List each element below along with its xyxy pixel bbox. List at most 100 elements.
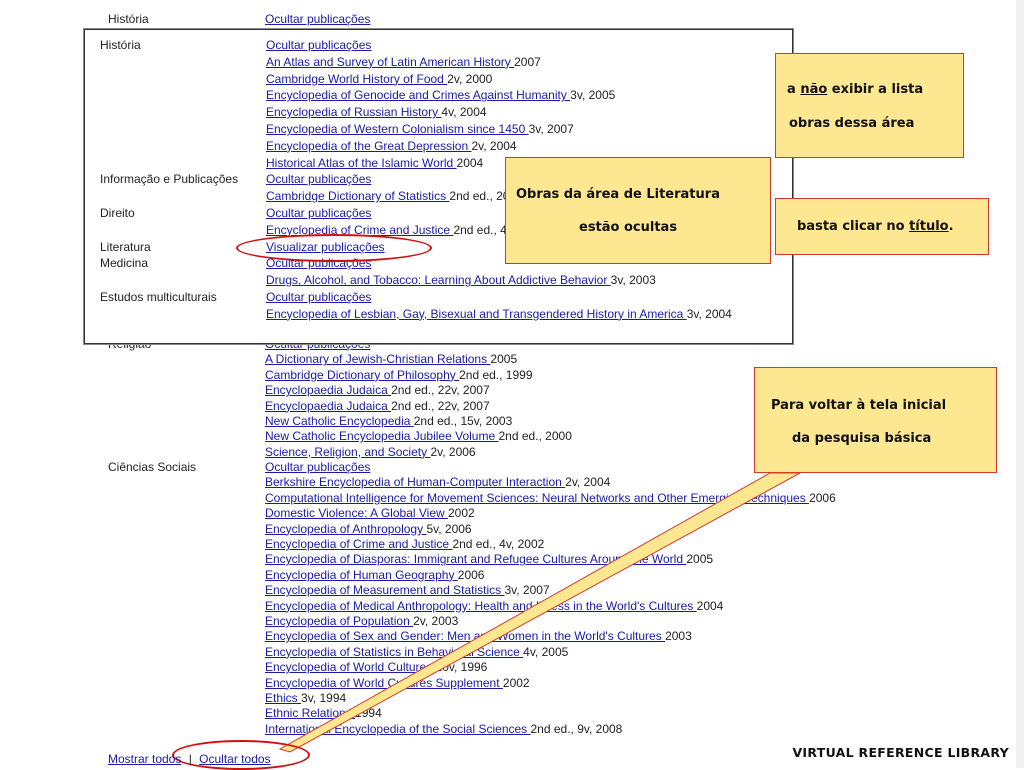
toggle-row: Ocultar publicações	[266, 206, 371, 220]
hide-publications-link[interactable]: Ocultar publicações	[266, 38, 371, 52]
callout-text: da pesquisa básica	[792, 431, 932, 446]
callout-text: a	[787, 82, 801, 97]
publication-row: Encyclopedia of World Cultures Supplemen…	[265, 676, 530, 690]
publication-title-link[interactable]: Cambridge World History of Food	[266, 72, 447, 86]
publication-row: Berkshire Encyclopedia of Human-Computer…	[265, 475, 610, 489]
publication-meta: 2nd ed., 22v, 2007	[391, 398, 490, 413]
publication-title-link[interactable]: Encyclopedia of Crime and Justice	[265, 537, 452, 551]
publication-row: New Catholic Encyclopedia Jubilee Volume…	[265, 429, 572, 443]
publication-title-link[interactable]: Science, Religion, and Society	[265, 445, 430, 459]
publication-meta: 3v, 2003	[610, 273, 656, 288]
publication-meta: 4v, 2004	[441, 105, 487, 120]
publication-meta: 2nd ed., 1999	[459, 367, 533, 382]
publication-title-link[interactable]: Encyclopedia of Russian History	[266, 105, 441, 119]
publication-title-link[interactable]: Cambridge Dictionary of Statistics	[266, 189, 449, 203]
publication-title-link[interactable]: Ethnic Relations	[265, 706, 355, 720]
publication-meta: 3v, 1994	[301, 691, 347, 705]
category-label: Informação e Publicações	[100, 172, 239, 187]
brand-label: VIRTUAL REFERENCE LIBRARY	[792, 745, 1009, 760]
callout-text: basta clicar no	[797, 219, 910, 234]
publication-row: Encyclopaedia Judaica 2nd ed., 22v, 2007	[265, 383, 490, 397]
publication-title-link[interactable]: Encyclopedia of Western Colonialism sinc…	[266, 122, 529, 136]
toggle-row: Ocultar publicações	[266, 290, 371, 304]
category-label: Ciências Sociais	[108, 460, 197, 474]
publication-title-link[interactable]: Encyclopedia of Measurement and Statisti…	[265, 583, 504, 597]
publication-meta: 2nd ed., 2000	[498, 429, 572, 444]
publication-row: Cambridge World History of Food 2v, 2000	[266, 72, 492, 86]
publication-meta: 2006	[809, 490, 836, 505]
footer-links: Mostrar todos | Ocultar todos	[108, 752, 271, 766]
publication-row: Science, Religion, and Society 2v, 2006	[265, 445, 476, 459]
publication-row: Cambridge Dictionary of Philosophy 2nd e…	[265, 368, 533, 382]
publication-title-link[interactable]: Encyclopedia of the Great Depression	[266, 139, 471, 153]
publication-meta: 2005	[490, 352, 518, 367]
publication-title-link[interactable]: Encyclopedia of Medical Anthropology: He…	[265, 599, 697, 613]
publication-title-link[interactable]: Encyclopedia of Population	[265, 614, 413, 628]
publication-meta: 2004	[696, 598, 724, 613]
publication-meta: 3v, 2007	[528, 122, 574, 136]
hide-publications-link[interactable]: Ocultar publicações	[266, 172, 371, 186]
publication-title-link[interactable]: Encyclopedia of Statistics in Behavioral…	[265, 645, 523, 659]
publication-meta: 1994	[355, 706, 382, 721]
publication-row: Encyclopedia of Crime and Justice 2nd ed…	[265, 537, 544, 551]
publication-meta: 2nd ed., 9v, 2008	[530, 721, 623, 736]
publication-title-link[interactable]: Encyclopaedia Judaica	[265, 383, 391, 397]
publication-meta: 2003	[665, 629, 692, 644]
publication-title-link[interactable]: Encyclopaedia Judaica	[265, 399, 391, 413]
publication-meta: 2002	[448, 506, 475, 521]
publication-meta: 2v, 2003	[413, 614, 459, 628]
publication-title-link[interactable]: Encyclopedia of Sex and Gender: Men and …	[265, 629, 665, 643]
publication-title-link[interactable]: Computational Intelligence for Movement …	[265, 491, 809, 505]
callout-back-home: Para voltar à tela inicial da pesquisa b…	[754, 367, 997, 473]
publication-title-link[interactable]: Historical Atlas of the Islamic World	[266, 156, 457, 170]
publication-title-link[interactable]: Encyclopedia of World Cultures	[265, 660, 436, 674]
show-publications-link[interactable]: Visualizar publicações	[266, 240, 385, 254]
publication-meta: 3v, 2004	[686, 306, 732, 321]
publication-title-link[interactable]: New Catholic Encyclopedia Jubilee Volume	[265, 429, 498, 443]
callout-text: Para voltar à tela inicial	[771, 398, 947, 413]
hide-all-link[interactable]: Ocultar todos	[199, 752, 270, 766]
callout-literature-hidden: Obras da área de Literatura estão oculta…	[505, 157, 771, 264]
publication-row: Encyclopedia of Diasporas: Immigrant and…	[265, 552, 713, 566]
category-label: Direito	[100, 206, 135, 220]
publication-title-link[interactable]: Berkshire Encyclopedia of Human-Computer…	[265, 475, 565, 489]
publication-meta: 2004	[456, 155, 484, 170]
publication-title-link[interactable]: Encyclopedia of Genocide and Crimes Agai…	[266, 88, 570, 102]
publication-title-link[interactable]: Domestic Violence: A Global View	[265, 506, 448, 520]
publication-title-link[interactable]: Drugs, Alcohol, and Tobacco: Learning Ab…	[266, 273, 611, 287]
publication-title-link[interactable]: A Dictionary of Jewish-Christian Relatio…	[265, 352, 490, 366]
publication-row: Encyclopedia of World Cultures 10v, 1996	[265, 660, 487, 674]
publication-title-link[interactable]: Encyclopedia of Anthropology	[265, 522, 426, 536]
callout-emphasis: título	[909, 219, 949, 234]
publication-title-link[interactable]: Encyclopedia of Crime and Justice	[266, 223, 453, 237]
publication-meta: 2nd ed., 22v, 2007	[391, 383, 490, 398]
publication-meta: 2002	[502, 675, 530, 690]
publication-title-link[interactable]: Ethics	[265, 691, 301, 705]
callout-text: Obras da área de Literatura	[516, 187, 720, 202]
publication-title-link[interactable]: International Encyclopedia of the Social…	[265, 722, 531, 736]
publication-title-link[interactable]: Encyclopedia of Lesbian, Gay, Bisexual a…	[266, 307, 687, 321]
callout-hide-list: a não exibir a lista obras dessa área	[775, 53, 964, 158]
hide-publications-link[interactable]: Ocultar publicações	[265, 460, 370, 474]
publication-title-link[interactable]: Encyclopedia of World Cultures Supplemen…	[265, 676, 503, 690]
publication-title-link[interactable]: Cambridge Dictionary of Philosophy	[265, 368, 459, 382]
publication-row: Encyclopedia of Human Geography 2006	[265, 568, 484, 582]
publication-meta: 3v, 2007	[504, 583, 550, 598]
publication-title-link[interactable]: Encyclopedia of Diasporas: Immigrant and…	[265, 552, 686, 566]
hide-publications-link[interactable]: Ocultar publicações	[265, 12, 370, 26]
show-all-link[interactable]: Mostrar todos	[108, 752, 181, 766]
toggle-row: Visualizar publicações	[266, 240, 385, 254]
publication-title-link[interactable]: New Catholic Encyclopedia	[265, 414, 414, 428]
category-label: Literatura	[100, 239, 151, 254]
callout-text: .	[948, 219, 954, 234]
publication-row: Computational Intelligence for Movement …	[265, 491, 836, 505]
publication-title-link[interactable]: Encyclopedia of Human Geography	[265, 568, 458, 582]
hide-publications-link[interactable]: Ocultar publicações	[266, 290, 371, 304]
category-label: História	[100, 38, 141, 52]
hide-publications-link[interactable]: Ocultar publicações	[266, 206, 371, 220]
publication-title-link[interactable]: An Atlas and Survey of Latin American Hi…	[266, 55, 514, 69]
publication-row: Encyclopedia of Russian History 4v, 2004	[266, 105, 487, 119]
scrollbar[interactable]	[1016, 0, 1024, 768]
publication-row: Encyclopedia of the Great Depression 2v,…	[266, 139, 517, 153]
hide-publications-link[interactable]: Ocultar publicações	[266, 256, 371, 270]
